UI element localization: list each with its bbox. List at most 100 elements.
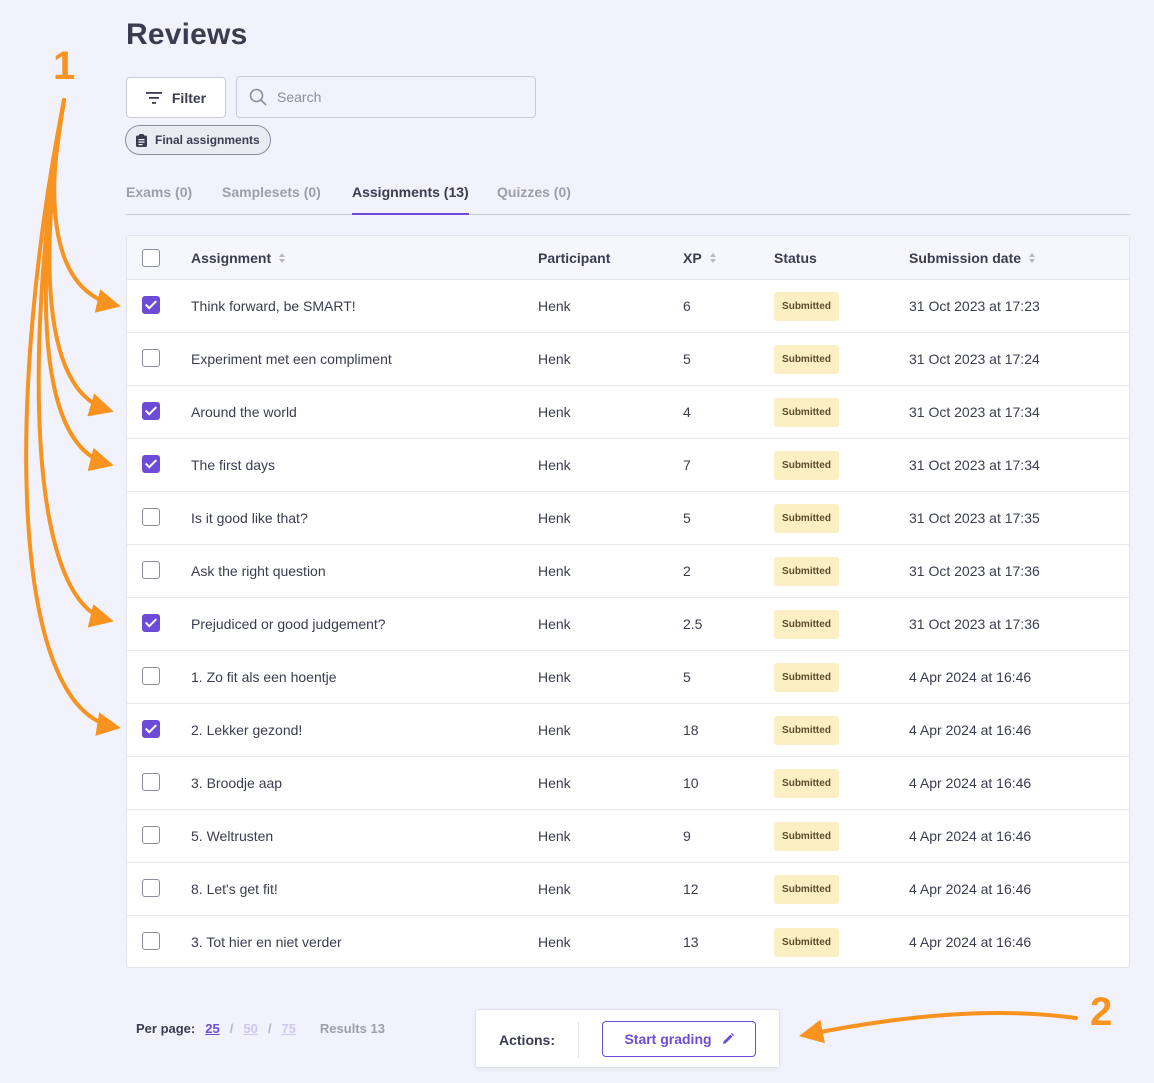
arrow-to-row-1: [52, 98, 121, 313]
xp-cell: 5: [683, 510, 691, 526]
start-grading-label: Start grading: [624, 1031, 712, 1047]
assignment-cell: 2. Lekker gezond!: [191, 722, 303, 738]
per-page-50[interactable]: 50: [243, 1021, 257, 1036]
column-xp[interactable]: XP: [683, 250, 716, 266]
filter-label: Filter: [171, 89, 207, 106]
row-checkbox[interactable]: [142, 720, 160, 738]
page-title: Reviews: [126, 18, 248, 51]
column-assignment[interactable]: Assignment: [191, 250, 286, 266]
assignment-cell: The first days: [191, 457, 276, 473]
submission-date-cell: 4 Apr 2024 at 16:46: [909, 934, 1032, 950]
tab-quizzes[interactable]: Quizzes (0): [497, 184, 571, 215]
status-badge: Submitted: [774, 610, 839, 639]
tab-exams[interactable]: Exams (0): [126, 184, 192, 215]
row-checkbox[interactable]: [142, 455, 160, 473]
arrow-to-row-3: [47, 98, 114, 417]
submission-date-cell: 31 Oct 2023 at 17:35: [909, 510, 1040, 526]
search-box[interactable]: [236, 76, 536, 118]
per-page-separator: /: [229, 1021, 234, 1036]
tab-samplesets[interactable]: Samplesets (0): [222, 184, 321, 215]
start-grading-button[interactable]: Start grading: [602, 1021, 756, 1057]
row-checkbox[interactable]: [142, 508, 160, 526]
submission-date-cell: 4 Apr 2024 at 16:46: [909, 722, 1032, 738]
final-assignments-chip[interactable]: Final assignments: [125, 125, 271, 155]
table-row[interactable]: 3. Broodje aap Henk 10 4 Apr 2024 at 16:46 S…: [127, 757, 1129, 810]
submission-date-cell: 4 Apr 2024 at 16:46: [909, 828, 1032, 844]
submission-date-cell: 31 Oct 2023 at 17:24: [909, 351, 1040, 367]
pagination: Per page: 25 / 50 / 75 Results 13: [136, 1021, 385, 1036]
table-row[interactable]: 1. Zo fit als een hoentje Henk 5 4 Apr 2024…: [127, 651, 1129, 704]
table-row[interactable]: 8. Let's get fit! Henk 12 4 Apr 2024 at 16:…: [127, 863, 1129, 916]
assignment-cell: 5. Weltrusten: [191, 828, 274, 844]
submission-date-cell: 4 Apr 2024 at 16:46: [909, 669, 1032, 685]
annotation-marker-1: 1: [53, 44, 76, 88]
submission-date-cell: 31 Oct 2023 at 17:34: [909, 404, 1040, 420]
table-row[interactable]: Is it good like that? Henk 5 31 Oct 2023 at…: [127, 492, 1129, 545]
tab-bar: Exams (0) Samplesets (0) Assignments (13…: [126, 184, 1130, 215]
status-badge: Submitted: [774, 557, 839, 586]
per-page-25[interactable]: 25: [205, 1021, 219, 1036]
table-row[interactable]: Experiment met een compliment Henk 5 31 Oct…: [127, 333, 1129, 386]
xp-cell: 12: [683, 881, 699, 897]
clipboard-icon: [136, 133, 147, 147]
table-row[interactable]: 2. Lekker gezond! Henk 18 4 Apr 2024 at 16:…: [127, 704, 1129, 757]
table-row[interactable]: 3. Tot hier en niet verder Henk 13 4 Apr 20…: [127, 916, 1129, 969]
status-badge: Submitted: [774, 769, 839, 798]
xp-cell: 2.5: [683, 616, 703, 632]
row-checkbox[interactable]: [142, 614, 160, 632]
xp-cell: 6: [683, 298, 691, 314]
row-checkbox[interactable]: [142, 879, 160, 897]
column-submission-date[interactable]: Submission date: [909, 250, 1036, 266]
row-checkbox[interactable]: [142, 296, 160, 314]
table-body: Think forward, be SMART! Henk 6 31 Oct 2023…: [127, 280, 1129, 969]
row-checkbox[interactable]: [142, 561, 160, 579]
table-row[interactable]: 5. Weltrusten Henk 9 4 Apr 2024 at 16:46 Sub…: [127, 810, 1129, 863]
assignment-cell: 3. Broodje aap: [191, 775, 283, 791]
table-row[interactable]: Prejudiced or good judgement? Henk 2.5 31 O…: [127, 598, 1129, 651]
actions-divider: [578, 1022, 579, 1058]
row-checkbox[interactable]: [142, 402, 160, 420]
table-row[interactable]: The first days Henk 7 31 Oct 2023 at 17:34 S…: [127, 439, 1129, 492]
status-badge: Submitted: [774, 398, 839, 427]
participant-cell: Henk: [538, 457, 571, 473]
per-page-75[interactable]: 75: [281, 1021, 295, 1036]
participant-cell: Henk: [538, 563, 571, 579]
row-checkbox[interactable]: [142, 826, 160, 844]
row-checkbox[interactable]: [142, 349, 160, 367]
per-page-label: Per page:: [136, 1021, 196, 1036]
status-badge: Submitted: [774, 928, 839, 957]
tab-assignments[interactable]: Assignments (13): [352, 184, 469, 215]
assignment-cell: Prejudiced or good judgement?: [191, 616, 386, 632]
participant-cell: Henk: [538, 934, 571, 950]
table-row[interactable]: Ask the right question Henk 2 31 Oct 2023 a…: [127, 545, 1129, 598]
select-all-checkbox[interactable]: [142, 249, 160, 267]
status-badge: Submitted: [774, 504, 839, 533]
results-count: Results 13: [319, 1021, 385, 1036]
search-input[interactable]: [277, 89, 517, 105]
chip-label: Final assignments: [155, 133, 260, 147]
table-row[interactable]: Around the world Henk 4 31 Oct 2023 at 17:3…: [127, 386, 1129, 439]
submission-date-cell: 4 Apr 2024 at 16:46: [909, 775, 1032, 791]
status-badge: Submitted: [774, 822, 839, 851]
participant-cell: Henk: [538, 298, 571, 314]
participant-cell: Henk: [538, 722, 571, 738]
row-checkbox[interactable]: [142, 932, 160, 950]
participant-cell: Henk: [538, 510, 571, 526]
participant-cell: Henk: [538, 669, 571, 685]
actions-bar: Actions: Start grading: [475, 1009, 780, 1068]
column-status-label: Status: [774, 250, 817, 266]
row-checkbox[interactable]: [142, 667, 160, 685]
column-assignment-label: Assignment: [191, 250, 272, 266]
assignment-cell: Experiment met een compliment: [191, 351, 392, 367]
assignment-cell: Think forward, be SMART!: [191, 298, 356, 314]
row-checkbox[interactable]: [142, 773, 160, 791]
sort-icon: [1029, 253, 1036, 263]
filter-button[interactable]: Filter: [126, 77, 226, 118]
filter-icon: [145, 91, 162, 104]
xp-cell: 5: [683, 669, 691, 685]
participant-cell: Henk: [538, 775, 571, 791]
status-badge: Submitted: [774, 875, 839, 904]
assignment-cell: 1. Zo fit als een hoentje: [191, 669, 337, 685]
assignments-table: Assignment Participant XP Status Submiss…: [126, 235, 1130, 968]
table-row[interactable]: Think forward, be SMART! Henk 6 31 Oct 2023…: [127, 280, 1129, 333]
